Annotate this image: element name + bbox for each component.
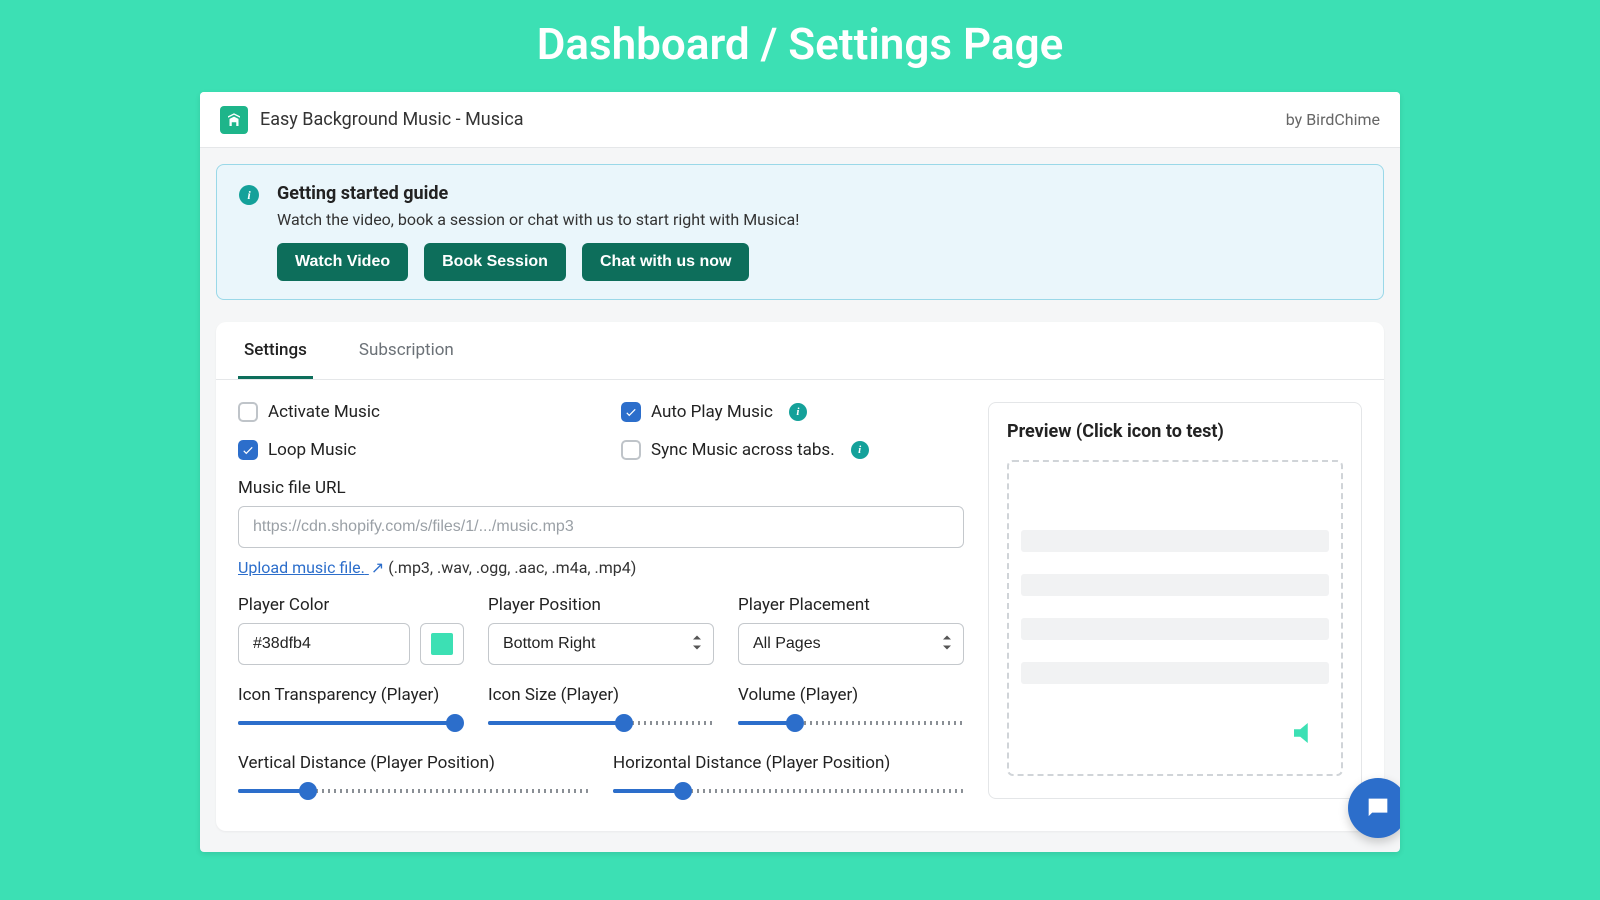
chat-fab-button[interactable] xyxy=(1348,778,1400,838)
chat-now-button[interactable]: Chat with us now xyxy=(582,243,750,281)
page-title: Dashboard / Settings Page xyxy=(0,0,1600,70)
hdist-slider-label: Horizontal Distance (Player Position) xyxy=(613,753,964,773)
tab-subscription[interactable]: Subscription xyxy=(353,322,460,379)
speaker-icon xyxy=(1289,718,1319,748)
sync-music-label: Sync Music across tabs. xyxy=(651,440,835,460)
placeholder-line xyxy=(1021,530,1329,552)
player-placement-select[interactable] xyxy=(738,623,964,665)
sync-music-checkbox[interactable] xyxy=(621,440,641,460)
placeholder-line xyxy=(1021,574,1329,596)
music-url-input[interactable] xyxy=(238,506,964,548)
info-icon: i xyxy=(239,185,259,205)
volume-slider[interactable] xyxy=(738,713,964,733)
external-link-icon: ↗ xyxy=(371,558,384,577)
loop-music-label: Loop Music xyxy=(268,440,356,460)
chat-bubble-icon xyxy=(1364,794,1392,822)
settings-card: Settings Subscription Activate Music Aut… xyxy=(216,322,1384,831)
app-header-left: Easy Background Music - Musica xyxy=(220,106,524,134)
player-color-label: Player Color xyxy=(238,595,464,615)
autoplay-music-label: Auto Play Music xyxy=(651,402,773,422)
player-preview-button[interactable] xyxy=(1289,718,1319,752)
vdist-slider-label: Vertical Distance (Player Position) xyxy=(238,753,589,773)
guide-title: Getting started guide xyxy=(277,183,799,204)
loop-music-checkbox[interactable] xyxy=(238,440,258,460)
app-byline: by BirdChime xyxy=(1286,110,1380,129)
watch-video-button[interactable]: Watch Video xyxy=(277,243,408,281)
activate-music-label: Activate Music xyxy=(268,402,380,422)
color-swatch-icon xyxy=(431,633,453,655)
vdist-slider[interactable] xyxy=(238,781,589,801)
tab-settings[interactable]: Settings xyxy=(238,322,313,379)
guide-subtitle: Watch the video, book a session or chat … xyxy=(277,210,799,229)
iconsize-slider[interactable] xyxy=(488,713,714,733)
volume-slider-label: Volume (Player) xyxy=(738,685,964,705)
autoplay-music-checkbox[interactable] xyxy=(621,402,641,422)
sync-info-icon[interactable]: i xyxy=(851,441,869,459)
upload-music-link[interactable]: Upload music file. ↗ xyxy=(238,558,384,577)
placeholder-line xyxy=(1021,662,1329,684)
transparency-slider-label: Icon Transparency (Player) xyxy=(238,685,464,705)
placeholder-line xyxy=(1021,618,1329,640)
preview-panel: Preview (Click icon to test) xyxy=(988,402,1362,799)
hdist-slider[interactable] xyxy=(613,781,964,801)
music-url-label: Music file URL xyxy=(238,478,964,498)
upload-music-hint: (.mp3, .wav, .ogg, .aac, .m4a, .mp4) xyxy=(388,558,636,577)
app-logo-icon xyxy=(220,106,248,134)
iconsize-slider-label: Icon Size (Player) xyxy=(488,685,714,705)
getting-started-banner: i Getting started guide Watch the video,… xyxy=(216,164,1384,300)
player-position-label: Player Position xyxy=(488,595,714,615)
app-header: Easy Background Music - Musica by BirdCh… xyxy=(200,92,1400,148)
transparency-slider[interactable] xyxy=(238,713,464,733)
preview-canvas xyxy=(1007,460,1343,776)
autoplay-info-icon[interactable]: i xyxy=(789,403,807,421)
player-color-input[interactable] xyxy=(238,623,410,665)
app-window: Easy Background Music - Musica by BirdCh… xyxy=(200,92,1400,852)
player-position-select[interactable] xyxy=(488,623,714,665)
preview-title: Preview (Click icon to test) xyxy=(1007,421,1343,442)
book-session-button[interactable]: Book Session xyxy=(424,243,566,281)
app-name: Easy Background Music - Musica xyxy=(260,109,524,130)
tab-bar: Settings Subscription xyxy=(216,322,1384,380)
player-placement-label: Player Placement xyxy=(738,595,964,615)
player-color-swatch-button[interactable] xyxy=(420,623,464,665)
activate-music-checkbox[interactable] xyxy=(238,402,258,422)
